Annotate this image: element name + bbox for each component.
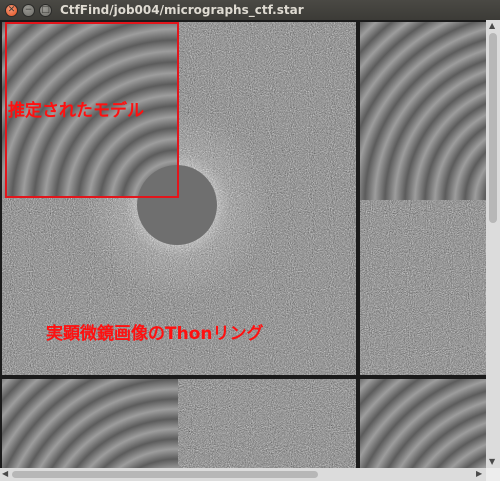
scrollbar-corner [486, 468, 500, 481]
minimize-button[interactable]: − [22, 3, 35, 17]
close-icon: ✕ [7, 4, 16, 15]
ctf-image-panel-bottom-left[interactable] [0, 377, 358, 468]
ctf-image-grid: 推定されたモデル 実顕微鏡画像のThonリング [0, 20, 486, 468]
ctf-image-panel-right[interactable] [358, 20, 486, 377]
horizontal-scroll-thumb[interactable] [12, 471, 318, 478]
maximize-icon: □ [41, 4, 50, 15]
scroll-right-icon[interactable]: ▶ [476, 470, 482, 478]
window-title: CtfFind/job004/micrographs_ctf.star [60, 3, 304, 17]
scroll-down-icon[interactable]: ▼ [489, 458, 495, 466]
scroll-up-icon[interactable]: ▲ [489, 22, 495, 30]
vertical-scroll-thumb[interactable] [489, 33, 497, 223]
thon-rings-label: 実顕微鏡画像のThonリング [46, 324, 264, 344]
ctf-power-spectrum-image [2, 379, 356, 468]
ctf-image-panel-main[interactable]: 推定されたモデル 実顕微鏡画像のThonリング [0, 20, 358, 377]
ctf-power-spectrum-image [360, 379, 486, 468]
vertical-scrollbar[interactable]: ▲ ▼ [486, 20, 500, 468]
ctf-image-panel-bottom-right[interactable] [358, 377, 486, 468]
title-bar: ✕ − □ CtfFind/job004/micrographs_ctf.sta… [0, 0, 500, 20]
maximize-button[interactable]: □ [39, 3, 52, 17]
minimize-icon: − [24, 4, 33, 15]
ctf-power-spectrum-image [360, 22, 486, 375]
estimated-model-label: 推定されたモデル [8, 101, 144, 121]
scroll-left-icon[interactable]: ◀ [2, 470, 8, 478]
horizontal-scrollbar[interactable]: ◀ ▶ [0, 468, 486, 481]
close-button[interactable]: ✕ [5, 3, 18, 17]
